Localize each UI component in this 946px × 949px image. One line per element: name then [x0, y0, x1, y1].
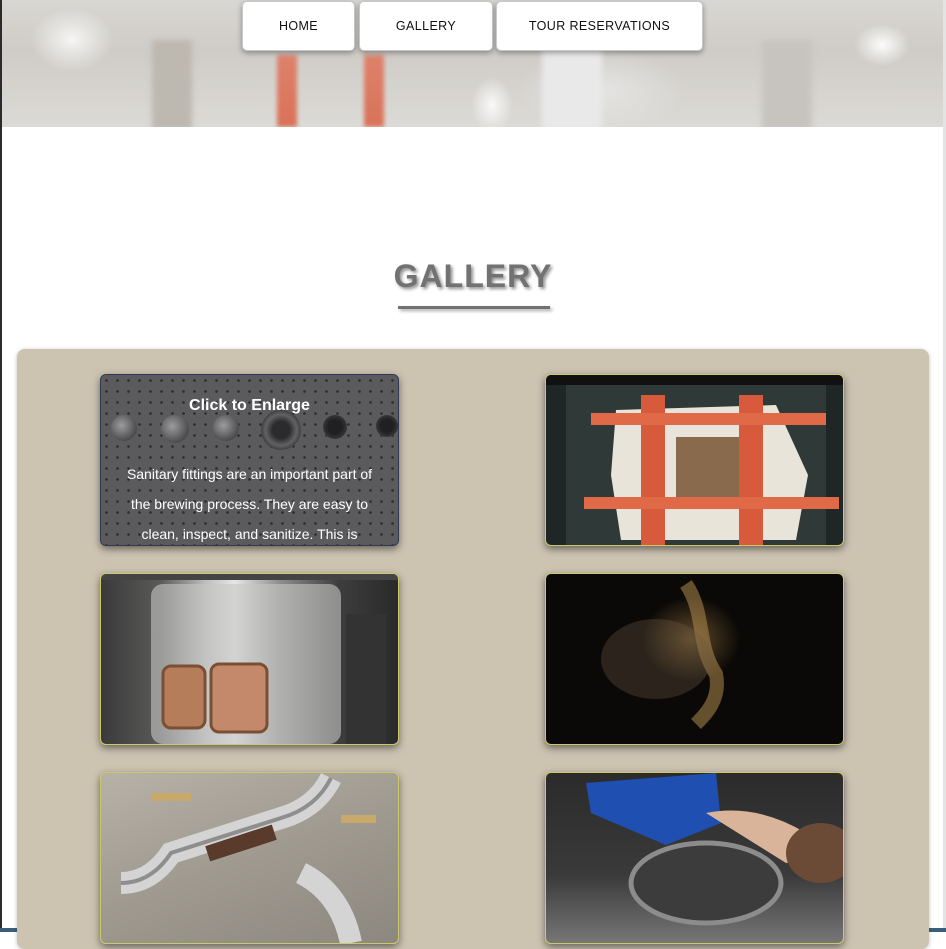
click-to-enlarge-label: Click to Enlarge: [189, 397, 310, 414]
nav-gallery-button[interactable]: GALLERY: [359, 1, 493, 51]
tile-image: [601, 580, 724, 729]
tile-image: [546, 375, 843, 545]
nav-home-label: HOME: [278, 19, 319, 33]
nav-tour-reservations-label: TOUR RESERVATIONS: [528, 19, 671, 33]
hero-red-pipe: [277, 55, 297, 127]
nav-home-button[interactable]: HOME: [242, 1, 355, 51]
gallery-tile-grain-frame[interactable]: [545, 374, 844, 546]
gallery-panel: Click to Enlarge Sanitary fittings are a…: [17, 349, 929, 949]
page-title: GALLERY: [393, 258, 553, 294]
hero-blur-shape: [542, 40, 602, 127]
tile-image: [101, 574, 398, 744]
gallery-tile-brew-kettle[interactable]: [100, 573, 399, 745]
gallery-tile-fittings[interactable]: Click to Enlarge Sanitary fittings are a…: [100, 374, 399, 546]
gallery-tile-grain-dust[interactable]: [545, 573, 844, 745]
gallery-tile-grain-pour[interactable]: [545, 772, 844, 944]
hero-blur-shape: [152, 40, 192, 127]
title-underline: [398, 306, 550, 309]
hero-red-pipe: [364, 55, 384, 127]
hero-blur-shape: [762, 40, 812, 127]
nav-gallery-label: GALLERY: [395, 19, 457, 33]
tile-caption: Sanitary fittings are an important part …: [126, 466, 373, 542]
gallery-tile-sight-glass[interactable]: [100, 772, 399, 944]
tile-image: [120, 773, 376, 943]
nav-tour-reservations-button[interactable]: TOUR RESERVATIONS: [496, 1, 703, 51]
window-left-edge: [0, 0, 2, 932]
tile-image: [586, 773, 843, 926]
